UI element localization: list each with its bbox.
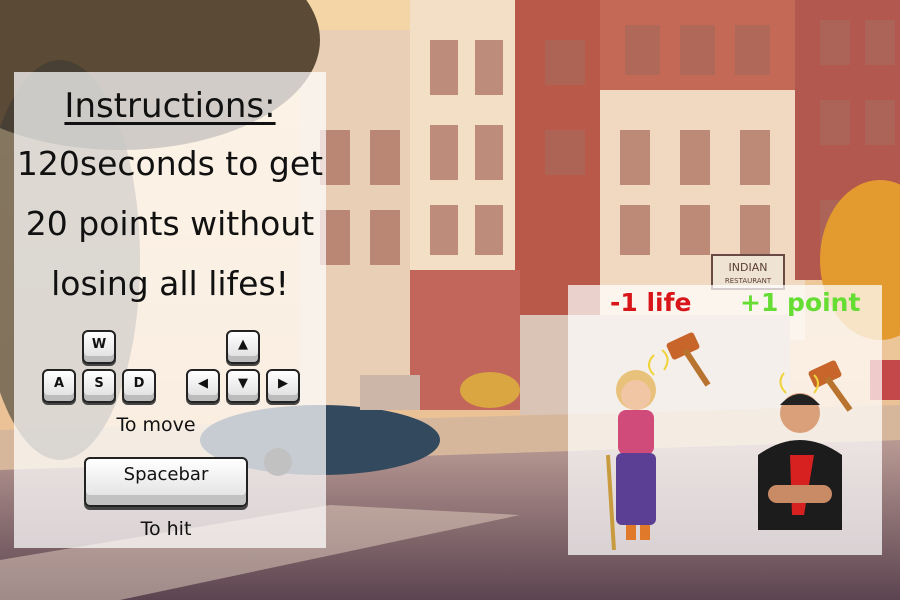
grandma-character bbox=[606, 370, 656, 551]
key-a: A bbox=[42, 369, 76, 403]
man-character bbox=[758, 393, 842, 530]
restaurant-sign-type: RESTAURANT bbox=[725, 277, 772, 285]
score-legend-panel: -1 life +1 point bbox=[568, 285, 882, 555]
key-s: S bbox=[82, 369, 116, 403]
key-arrow-down: ▼ bbox=[226, 369, 260, 403]
instructions-line-1: 120seconds to get bbox=[16, 144, 324, 183]
key-arrow-up: ▲ bbox=[226, 330, 260, 364]
legend-illustrations bbox=[606, 332, 853, 551]
instructions-title: Instructions: bbox=[64, 86, 276, 126]
hammer-icon-left bbox=[648, 332, 711, 387]
key-d: D bbox=[122, 369, 156, 403]
key-arrow-left: ◀ bbox=[186, 369, 220, 403]
key-spacebar: Spacebar bbox=[84, 457, 248, 507]
hit-caption: To hit bbox=[140, 518, 192, 540]
instructions-line-2: 20 points without bbox=[25, 204, 315, 243]
move-caption: To move bbox=[116, 414, 196, 436]
key-w: W bbox=[82, 330, 116, 364]
instructions-panel: Instructions: 120seconds to get 20 point… bbox=[14, 72, 326, 548]
key-arrow-right: ▶ bbox=[266, 369, 300, 403]
restaurant-sign-name: INDIAN bbox=[729, 261, 768, 274]
instructions-line-3: losing all lifes! bbox=[51, 264, 289, 303]
